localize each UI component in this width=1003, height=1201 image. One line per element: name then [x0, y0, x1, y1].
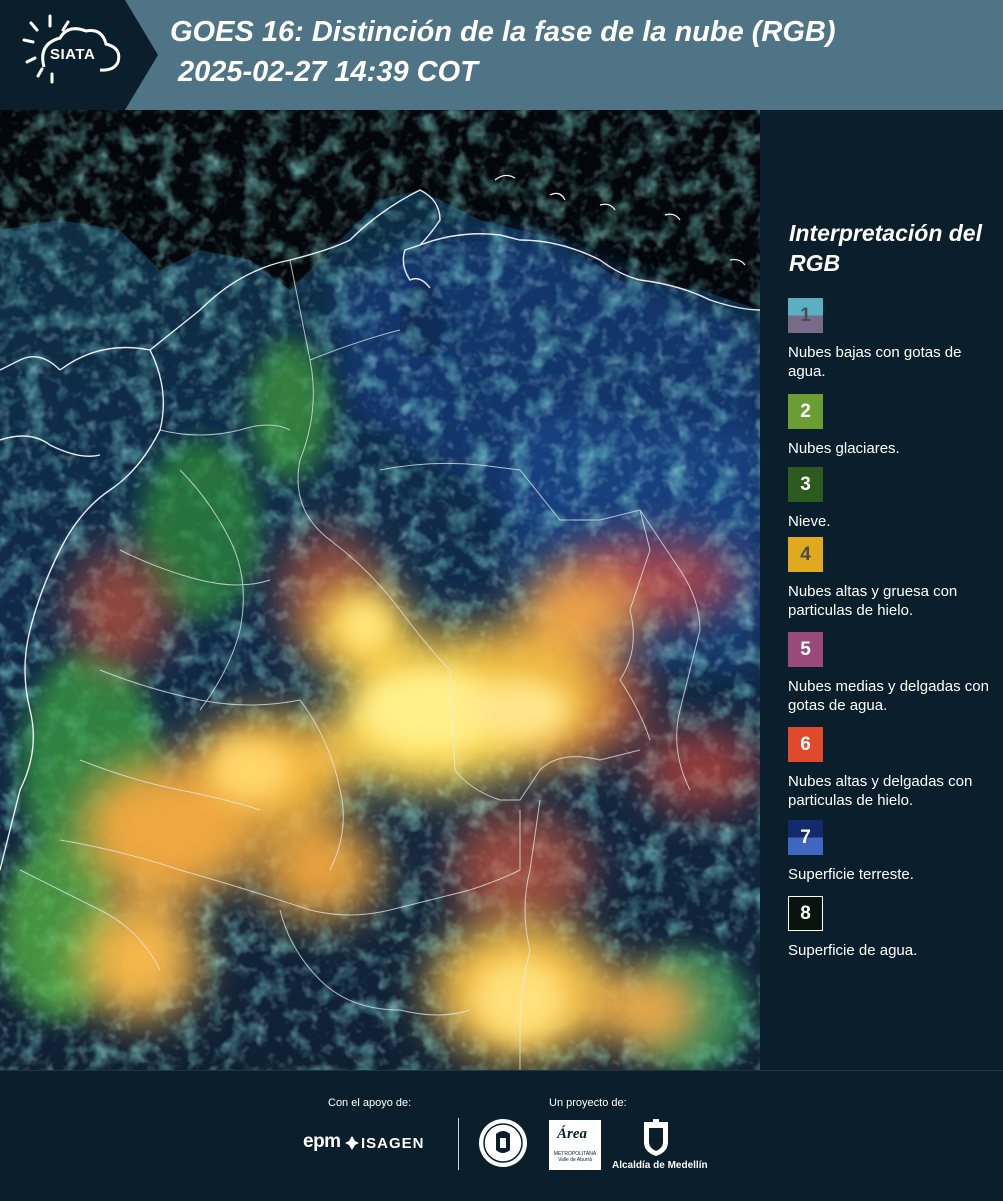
- legend-swatch-2: 2: [788, 394, 823, 429]
- legend-number-7: 7: [800, 826, 811, 848]
- isagen-logo-icon: [345, 1136, 359, 1150]
- legend-swatch-1: 1: [788, 298, 823, 333]
- area-logo-subtitle: METROPOLITANA Valle de Aburrá: [553, 1151, 597, 1163]
- legend-label-2: Nubes glaciares.: [788, 440, 900, 457]
- satellite-map: [0, 110, 760, 1070]
- legend-swatch-8: 8: [788, 896, 823, 931]
- legend-label-3: Nieve.: [788, 513, 831, 530]
- legend-label-4: Nubes altas y gruesa con particulas de h…: [788, 583, 958, 619]
- legend-swatch-7: 7: [788, 820, 823, 855]
- legend-item-2: 2 Nubes glaciares.: [788, 394, 998, 458]
- legend-label-7: Superficie terreste.: [788, 866, 914, 883]
- legend-label-1: Nubes bajas con gotas de agua.: [788, 344, 962, 380]
- legend-item-8: 8 Superficie de agua.: [788, 896, 998, 960]
- legend-label-6: Nubes altas y delgadas con particulas de…: [788, 773, 973, 809]
- legend-item-4: 4 Nubes altas y gruesa con particulas de…: [788, 537, 998, 620]
- footer-divider: [458, 1118, 459, 1170]
- page-title: GOES 16: Distinción de la fase de la nub…: [170, 16, 836, 48]
- legend-item-1: 1 Nubes bajas con gotas de agua.: [788, 298, 998, 381]
- legend-label-8: Superficie de agua.: [788, 942, 918, 959]
- page-timestamp: 2025-02-27 14:39 COT: [178, 56, 478, 88]
- alcaldia-shield-icon: [644, 1119, 668, 1156]
- legend-title: Interpretación del RGB: [789, 220, 982, 276]
- legend-swatch-6: 6: [788, 727, 823, 762]
- legend-number-4: 4: [800, 543, 811, 565]
- siata-logo: SIATA: [0, 0, 158, 110]
- legend-number-2: 2: [800, 400, 811, 422]
- legend-swatch-3: 3: [788, 467, 823, 502]
- alcaldia-logo-text: Alcaldía de Medellín: [612, 1160, 708, 1171]
- legend-panel: Interpretación del RGB 1 Nubes bajas con…: [760, 110, 1003, 1070]
- legend-item-5: 5 Nubes medias y delgadas con gotas de a…: [788, 632, 998, 715]
- epm-logo: epm: [303, 1131, 341, 1152]
- legend-item-7: 7 Superficie terreste.: [788, 820, 998, 884]
- legend-number-3: 3: [800, 473, 811, 495]
- footer-bar: Con el apoyo de: Un proyecto de: epm ISA…: [0, 1070, 1003, 1201]
- university-seal-icon: [479, 1119, 527, 1167]
- siata-logo-text: SIATA: [50, 46, 96, 63]
- isagen-logo: ISAGEN: [361, 1135, 425, 1152]
- satellite-image: [0, 110, 760, 1070]
- legend-label-5: Nubes medias y delgadas con gotas de agu…: [788, 678, 989, 714]
- legend-number-5: 5: [800, 638, 811, 660]
- area-metropolitana-logo: Área METROPOLITANA Valle de Aburrá: [549, 1120, 601, 1170]
- legend-item-3: 3 Nieve.: [788, 467, 998, 531]
- legend-number-1: 1: [800, 304, 811, 326]
- legend-number-6: 6: [800, 733, 811, 755]
- area-logo-word: Área: [557, 1126, 587, 1142]
- support-label: Con el apoyo de:: [328, 1097, 412, 1109]
- legend-swatch-4: 4: [788, 537, 823, 572]
- header-bar: SIATA GOES 16: Distinción de la fase de …: [0, 0, 1003, 110]
- legend-swatch-5: 5: [788, 632, 823, 667]
- project-label: Un proyecto de:: [549, 1097, 627, 1109]
- legend-item-6: 6 Nubes altas y delgadas con particulas …: [788, 727, 998, 810]
- legend-number-8: 8: [800, 902, 811, 924]
